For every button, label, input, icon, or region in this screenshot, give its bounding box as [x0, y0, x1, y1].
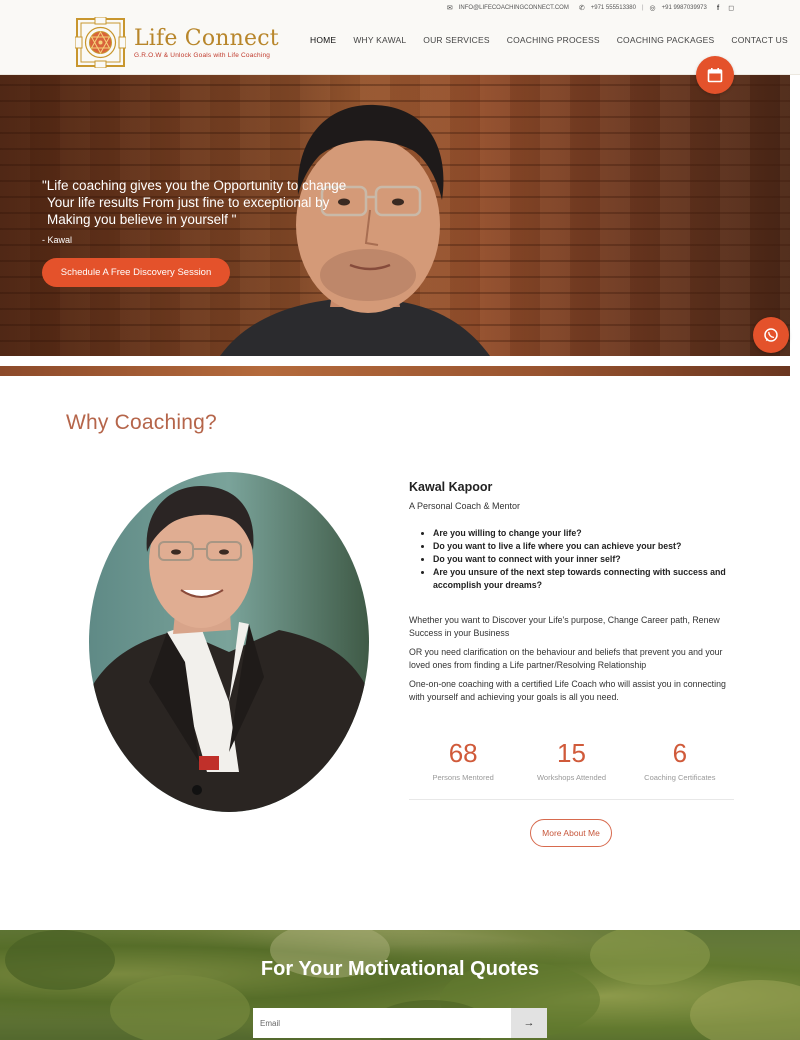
calendar-button[interactable]	[696, 56, 734, 94]
whatsapp-icon	[764, 328, 778, 342]
stat-label: Workshops Attended	[536, 773, 607, 782]
hero-quote-author: - Kawal	[42, 235, 73, 245]
phone-icon: ✆	[578, 5, 585, 12]
facebook-icon[interactable]: f	[717, 5, 719, 12]
nav-coaching-packages[interactable]: COACHING PACKAGES	[617, 35, 715, 45]
site-header: ✉ INFO@LIFECOACHINGCONNECT.COM ✆ +971 55…	[0, 0, 800, 75]
bio-paragraph: One-on-one coaching with a certified Lif…	[409, 679, 726, 702]
nav-home[interactable]: HOME	[310, 35, 336, 45]
list-item: Are you unsure of the next step towards …	[433, 566, 739, 592]
envelope-icon: ✉	[446, 5, 453, 12]
calendar-icon	[707, 68, 723, 83]
nav-our-services[interactable]: OUR SERVICES	[423, 35, 489, 45]
brand-tagline: G.R.O.W & Unlock Goals with Life Coachin…	[134, 51, 271, 59]
more-about-me-button[interactable]: More About Me	[530, 819, 612, 847]
whatsapp-chat-button[interactable]	[753, 317, 789, 353]
hero-quote-line: "Life coaching gives you the Opportunity…	[42, 178, 347, 193]
subscribe-button[interactable]: →	[511, 1008, 547, 1038]
topbar-phone[interactable]: +971 555513380	[591, 5, 636, 11]
main-nav: HOME WHY KAWAL OUR SERVICES COACHING PRO…	[310, 35, 788, 45]
brand-title: Life Connect	[134, 25, 279, 51]
stat-workshops-attended: 15 Workshops Attended	[517, 738, 625, 799]
why-coaching-heading: Why Coaching?	[66, 411, 217, 434]
whatsapp-icon: ◎	[649, 5, 656, 12]
stat-coaching-certificates: 6 Coaching Certificates	[626, 738, 734, 799]
topbar-email[interactable]: INFO@LIFECOACHINGCONNECT.COM	[459, 5, 569, 11]
yantra-logo-icon	[74, 16, 127, 69]
newsletter-title: For Your Motivational Quotes	[260, 958, 540, 980]
coach-role: A Personal Coach & Mentor	[409, 501, 521, 511]
schedule-discovery-session-button[interactable]: Schedule A Free Discovery Session	[42, 258, 230, 287]
topbar-divider: |	[641, 5, 644, 11]
stat-value: 15	[557, 738, 586, 768]
topbar-whatsapp[interactable]: +91 9987039973	[662, 5, 707, 11]
coach-bio: Kawal Kapoor A Personal Coach & Mentor A…	[409, 480, 739, 704]
bio-paragraph: OR you need clarification on the behavio…	[409, 647, 723, 670]
newsletter-form: →	[253, 1008, 547, 1038]
hero-quote: "Life coaching gives you the Opportunity…	[42, 177, 402, 228]
hero-quote-line: Making you believe in yourself "	[47, 212, 237, 227]
stat-value: 68	[448, 738, 478, 768]
coach-name: Kawal Kapoor	[409, 480, 493, 494]
site-logo[interactable]: Life Connect G.R.O.W & Unlock Goals with…	[74, 16, 279, 69]
instagram-icon[interactable]: ◻	[728, 4, 734, 12]
coach-portrait	[89, 472, 369, 812]
stats-counters: 68 Persons Mentored 15 Workshops Attende…	[409, 738, 734, 800]
topbar: ✉ INFO@LIFECOACHINGCONNECT.COM ✆ +971 55…	[446, 4, 734, 13]
arrow-right-icon: →	[523, 1017, 535, 1029]
hero-quote-line: Your life results From just fine to exce…	[47, 195, 330, 210]
stat-value: 6	[672, 738, 688, 768]
stat-persons-mentored: 68 Persons Mentored	[409, 738, 517, 799]
list-item: Do you want to connect with your inner s…	[433, 553, 739, 566]
list-item: Do you want to live a life where you can…	[433, 540, 739, 553]
list-item: Are you willing to change your life?	[433, 527, 739, 540]
nav-coaching-process[interactable]: COACHING PROCESS	[507, 35, 600, 45]
nav-contact-us[interactable]: CONTACT US	[731, 35, 787, 45]
email-field[interactable]	[253, 1008, 511, 1038]
bio-paragraph: Whether you want to Discover your Life's…	[409, 615, 720, 638]
hero-banner: "Life coaching gives you the Opportunity…	[0, 75, 790, 356]
nav-why-kawal[interactable]: WHY KAWAL	[353, 35, 406, 45]
coaching-questions-list: Are you willing to change your life? Do …	[409, 527, 739, 592]
stat-label: Coaching Certificates	[644, 773, 716, 782]
newsletter-section: For Your Motivational Quotes →	[0, 930, 800, 1040]
hero-bottom-strip	[0, 366, 790, 376]
stat-label: Persons Mentored	[432, 773, 494, 782]
